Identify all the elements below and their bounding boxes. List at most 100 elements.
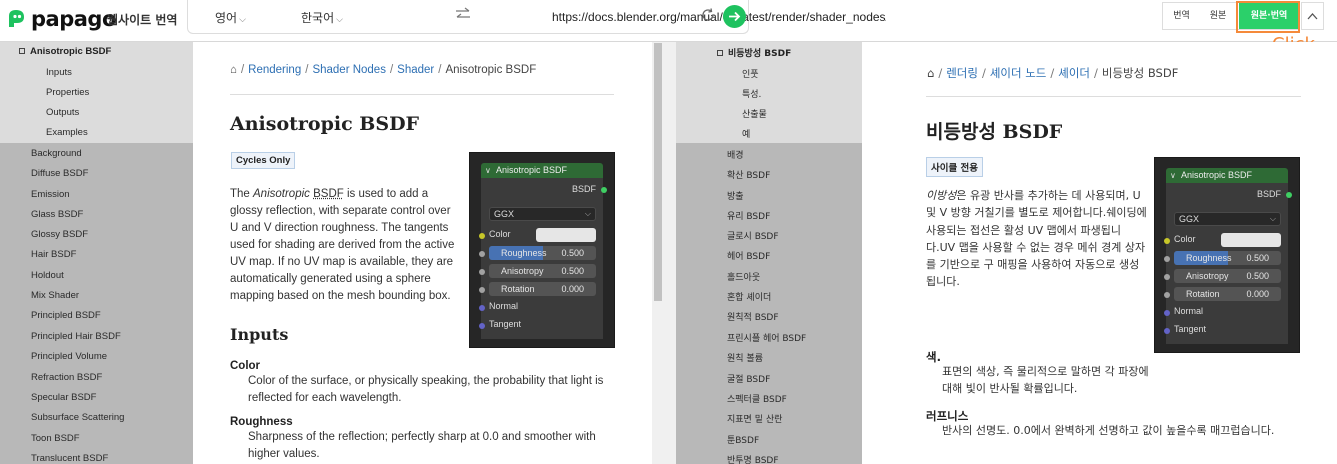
intro-text: 은 유광 반사를 추가하는 데 사용되며, U 및 V 방향 거칠기를 별도로 … bbox=[926, 189, 1147, 289]
original-article: ⌂ / Rendering / Shader Nodes / Shader / Anisotro… bbox=[193, 42, 652, 464]
sidebar-item[interactable]: Principled Hair BSDF bbox=[31, 331, 121, 342]
sidebar-item[interactable]: 지표면 밑 산란 bbox=[727, 412, 782, 425]
sidebar-item[interactable]: Holdout bbox=[31, 270, 64, 281]
glossary-term-link[interactable]: BSDF bbox=[313, 188, 344, 200]
click-highlight-box bbox=[1236, 1, 1300, 33]
chevron-down-icon: ⌵ bbox=[584, 209, 591, 218]
target-language-select[interactable]: 한국어 ⌵ bbox=[301, 9, 343, 26]
sidebar-item[interactable]: 툰BSDF bbox=[727, 433, 759, 446]
sidebar-item[interactable]: Hair BSDF bbox=[31, 249, 76, 260]
home-icon[interactable]: ⌂ bbox=[230, 64, 237, 76]
sidebar-item[interactable]: 혼합 셰이더 bbox=[727, 290, 771, 303]
home-icon[interactable]: ⌂ bbox=[927, 66, 934, 80]
definition-description: Sharpness of the reflection; perfectly s… bbox=[248, 431, 596, 460]
scroll-thumb[interactable] bbox=[654, 43, 662, 301]
sidebar-item[interactable]: 원칙적 BSDF bbox=[727, 310, 779, 323]
sidebar-item[interactable]: 원칙 볼륨 bbox=[727, 351, 763, 364]
sidebar-subitem[interactable]: Outputs bbox=[46, 107, 79, 118]
sidebar-item[interactable]: 홀드아웃 bbox=[727, 270, 760, 283]
breadcrumb-link[interactable]: Shader bbox=[397, 64, 434, 76]
url-input[interactable] bbox=[552, 0, 886, 33]
value-socket bbox=[479, 269, 485, 275]
sidebar-subitem[interactable]: Examples bbox=[46, 127, 88, 138]
slider-label: Roughness bbox=[1186, 253, 1232, 263]
breadcrumb-current: Anisotropic BSDF bbox=[445, 64, 537, 76]
breadcrumb-current: 비등방성 BSDF bbox=[1101, 66, 1179, 80]
chevron-down-icon: ⌵ bbox=[336, 15, 343, 25]
sidebar-subitem[interactable]: Properties bbox=[46, 87, 89, 98]
sidebar-item-current[interactable]: 비등방성 BSDF bbox=[717, 46, 791, 59]
breadcrumb-link[interactable]: 셰이더 노드 bbox=[990, 66, 1047, 80]
collapse-box-icon bbox=[19, 48, 25, 54]
breadcrumb-link[interactable]: 셰이더 bbox=[1058, 66, 1090, 80]
chevron-down-icon: ⌵ bbox=[1269, 214, 1276, 223]
mode-original-button[interactable]: 원본 bbox=[1200, 3, 1236, 29]
reload-icon[interactable] bbox=[701, 8, 715, 22]
swap-languages-icon[interactable] bbox=[455, 6, 471, 22]
sidebar-item[interactable]: 방출 bbox=[727, 189, 744, 202]
node-output-label: BSDF bbox=[1257, 189, 1282, 199]
sidebar-item[interactable]: 스펙터클 BSDF bbox=[727, 392, 787, 405]
cycles-only-badge: 사이클 전용 bbox=[926, 157, 984, 177]
sidebar-item[interactable]: 굴절 BSDF bbox=[727, 372, 770, 385]
sidebar-item[interactable]: Specular BSDF bbox=[31, 392, 96, 403]
sidebar-item[interactable]: Principled Volume bbox=[31, 351, 107, 362]
collapse-toolbar-button[interactable] bbox=[1301, 2, 1324, 30]
sidebar-item[interactable]: Glass BSDF bbox=[31, 209, 83, 220]
roughness-slider: Roughness 0.500 bbox=[1174, 251, 1281, 265]
sidebar-item[interactable]: Mix Shader bbox=[31, 290, 79, 301]
sidebar-current-section bbox=[0, 42, 193, 143]
page-title: 비등방성 BSDF bbox=[926, 121, 1063, 143]
color-socket bbox=[1164, 238, 1170, 244]
go-button[interactable] bbox=[723, 5, 746, 28]
sidebar-subitem[interactable]: 인풋 bbox=[742, 67, 759, 80]
intro-paragraph: 이방성은 유광 반사를 추가하는 데 사용되며, U 및 V 방향 거칠기를 별… bbox=[926, 187, 1148, 291]
sidebar-subitem[interactable]: 특성. bbox=[742, 87, 761, 100]
intro-italic: Anisotropic bbox=[253, 188, 310, 200]
breadcrumb-link[interactable]: 렌더링 bbox=[946, 66, 978, 80]
definition-description: 표면의 색상, 즉 물리적으로 말하면 각 파장에 대해 빛이 반사될 확률입니… bbox=[942, 365, 1149, 395]
sidebar-subitem[interactable]: Inputs bbox=[46, 67, 72, 78]
breadcrumb-link[interactable]: Rendering bbox=[248, 64, 301, 76]
sidebar-item[interactable]: Principled BSDF bbox=[31, 310, 101, 321]
definition-term: Roughness bbox=[230, 416, 293, 428]
intro-italic: 이방성 bbox=[926, 189, 957, 202]
node-input-label: Color bbox=[1174, 234, 1196, 244]
sidebar-item[interactable]: Background bbox=[31, 148, 82, 159]
translated-article: ⌂ / 렌더링 / 셰이더 노드 / 셰이더 / 비등방성 BSDF 비등방성 BSDF 사이클… bbox=[862, 42, 1337, 464]
chevron-up-icon bbox=[1307, 13, 1318, 20]
slider-value: 0.500 bbox=[1246, 271, 1269, 281]
sidebar-item[interactable]: 반투명 BSDF bbox=[727, 453, 779, 464]
sidebar-item[interactable]: 유리 BSDF bbox=[727, 209, 770, 222]
sidebar-item[interactable]: Translucent BSDF bbox=[31, 453, 108, 464]
source-language-label: 영어 bbox=[215, 11, 238, 25]
left-scrollbar[interactable] bbox=[652, 42, 664, 464]
sidebar-item[interactable]: 배경 bbox=[727, 148, 744, 161]
node-input-label: Color bbox=[489, 229, 511, 239]
breadcrumb-link[interactable]: Shader Nodes bbox=[312, 64, 386, 76]
value-socket bbox=[1164, 256, 1170, 262]
sidebar-item-current[interactable]: Anisotropic BSDF bbox=[19, 46, 111, 57]
sidebar-item[interactable]: Glossy BSDF bbox=[31, 229, 88, 240]
translated-page-pane: 비등방성 BSDF 인풋 특성. 산출물 예 배경 확산 BSDF 방출 유리 … bbox=[676, 42, 1337, 464]
sidebar-item[interactable]: Diffuse BSDF bbox=[31, 168, 88, 179]
papago-logo-icon bbox=[9, 10, 24, 27]
sidebar-subitem[interactable]: 산출물 bbox=[742, 107, 767, 120]
sidebar-item[interactable]: Emission bbox=[31, 189, 70, 200]
site-translation-label: 웹사이트 번역 bbox=[107, 13, 178, 27]
sidebar-item[interactable]: Subsurface Scattering bbox=[31, 412, 124, 423]
slider-label: Roughness bbox=[501, 248, 547, 258]
sidebar-item[interactable]: 확산 BSDF bbox=[727, 168, 770, 181]
arrow-right-icon bbox=[729, 11, 741, 22]
sidebar-item[interactable]: Toon BSDF bbox=[31, 433, 80, 444]
sidebar-item[interactable]: Refraction BSDF bbox=[31, 372, 102, 383]
sidebar-item[interactable]: 헤어 BSDF bbox=[727, 249, 770, 262]
sidebar-item[interactable]: 글로시 BSDF bbox=[727, 229, 779, 242]
mode-translation-button[interactable]: 번역 bbox=[1163, 3, 1200, 29]
pane-divider[interactable] bbox=[664, 42, 676, 464]
sidebar-subitem[interactable]: 예 bbox=[742, 127, 750, 140]
node-header: ∨ Anisotropic BSDF bbox=[481, 163, 603, 178]
source-language-select[interactable]: 영어 ⌵ bbox=[215, 9, 246, 26]
sidebar-item[interactable]: 프린시플 헤어 BSDF bbox=[727, 331, 806, 344]
intro-text: is used to add a glossy reflection, with… bbox=[230, 188, 455, 302]
